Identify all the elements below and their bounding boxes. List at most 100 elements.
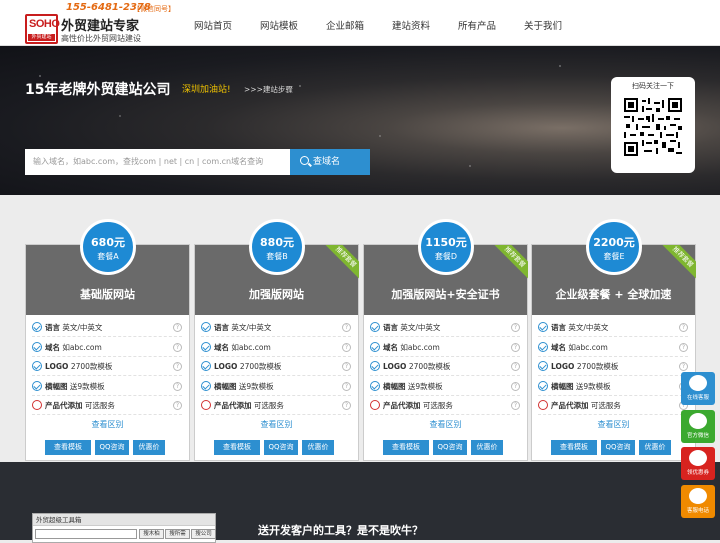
side-tool-button[interactable]: 在线客服 bbox=[681, 372, 715, 405]
toolbox-button-3[interactable]: 搜公司 bbox=[191, 529, 216, 539]
feature-value: 2700款模板 bbox=[70, 362, 113, 371]
feature-row: 语言 英文/中英文? bbox=[370, 319, 520, 337]
help-icon[interactable]: ? bbox=[679, 323, 688, 332]
view-difference-link[interactable]: 查看区别 bbox=[364, 419, 527, 430]
nav-home[interactable]: 网站首页 bbox=[180, 18, 246, 32]
help-icon[interactable]: ? bbox=[511, 362, 520, 371]
feature-row: 域名 如abc.com? bbox=[32, 339, 182, 357]
help-icon[interactable]: ? bbox=[173, 362, 182, 371]
view-difference-link[interactable]: 查看区别 bbox=[26, 419, 189, 430]
feature-value: 送9款模板 bbox=[407, 381, 443, 391]
discount-button[interactable]: 优惠价 bbox=[133, 440, 165, 455]
side-tool-button[interactable]: 领优惠券 bbox=[681, 447, 715, 480]
feature-key: 语言 bbox=[45, 323, 60, 332]
check-icon bbox=[370, 322, 380, 332]
toolbox-input[interactable] bbox=[35, 529, 137, 539]
help-icon[interactable]: ? bbox=[342, 381, 351, 391]
feature-row: 横幅图 送9款模板? bbox=[538, 378, 688, 396]
help-icon[interactable]: ? bbox=[342, 323, 351, 332]
help-icon[interactable]: ? bbox=[173, 381, 182, 391]
price-badge: 2200元 套餐E bbox=[586, 219, 642, 275]
feature-key: 语言 bbox=[551, 323, 566, 332]
view-difference-link[interactable]: 查看区别 bbox=[195, 419, 358, 430]
qq-consult-button[interactable]: QQ咨询 bbox=[601, 440, 635, 455]
toolbox-button-1[interactable]: 搜木柏 bbox=[139, 529, 164, 539]
qq-consult-button[interactable]: QQ咨询 bbox=[433, 440, 467, 455]
check-icon bbox=[538, 322, 548, 332]
discount-button[interactable]: 优惠价 bbox=[471, 440, 503, 455]
help-icon[interactable]: ? bbox=[173, 342, 182, 352]
view-difference-link[interactable]: 查看区别 bbox=[532, 419, 695, 430]
feature-key: 横幅图 bbox=[214, 381, 237, 391]
recommend-ribbon: 推荐套餐 bbox=[660, 245, 696, 281]
plan-card: 企业级套餐 + 全球加速 2200元 套餐E 推荐套餐 语言 英文/中英文? 域名 如ab… bbox=[531, 219, 696, 461]
domain-search-button[interactable]: 查域名 bbox=[290, 149, 370, 175]
nav-resources[interactable]: 建站资料 bbox=[378, 18, 444, 32]
feature-row: 域名 如abc.com? bbox=[370, 339, 520, 357]
build-steps-link[interactable]: >>>建站步骤 bbox=[244, 84, 293, 95]
feature-value: 可选服务 bbox=[84, 401, 115, 410]
feature-value: 送9款模板 bbox=[238, 381, 274, 391]
nav-email[interactable]: 企业邮箱 bbox=[312, 18, 378, 32]
feature-row: 产品代添加 可选服务? bbox=[201, 397, 351, 415]
plan-name: 加强版网站 bbox=[249, 288, 304, 301]
help-icon[interactable]: ? bbox=[511, 401, 520, 410]
help-icon[interactable]: ? bbox=[342, 342, 351, 352]
feature-key: 横幅图 bbox=[383, 381, 406, 391]
check-icon bbox=[538, 361, 548, 371]
feature-value: 送9款模板 bbox=[69, 381, 105, 391]
toolbox-panel: 外贸超级工具箱 搜木柏 搜所需 搜公司 bbox=[32, 513, 216, 543]
feature-key: 域名 bbox=[551, 342, 566, 352]
help-icon[interactable]: ? bbox=[511, 381, 520, 391]
ribbon-label: 推荐套餐 bbox=[323, 245, 359, 281]
feature-key: 横幅图 bbox=[551, 381, 574, 391]
site-logo[interactable]: SOHO 外贸建站 bbox=[25, 14, 60, 44]
help-icon[interactable]: ? bbox=[342, 401, 351, 410]
help-icon[interactable]: ? bbox=[173, 323, 182, 332]
nav-about[interactable]: 关于我们 bbox=[510, 18, 576, 32]
nav-templates[interactable]: 网站模板 bbox=[246, 18, 312, 32]
feature-row: 域名 如abc.com? bbox=[538, 339, 688, 357]
side-tool-button[interactable]: 客服电话 bbox=[681, 485, 715, 518]
check-icon bbox=[370, 341, 380, 352]
feature-row: 产品代添加 可选服务? bbox=[32, 397, 182, 415]
view-templates-button[interactable]: 查看模板 bbox=[45, 440, 91, 455]
feature-key: 语言 bbox=[214, 323, 229, 332]
check-icon bbox=[201, 380, 211, 391]
feature-key: LOGO bbox=[214, 362, 238, 371]
feature-row: LOGO 2700款模板? bbox=[32, 358, 182, 376]
plan-actions: 查看模板 QQ咨询 优惠价 bbox=[45, 440, 169, 455]
qq-consult-button[interactable]: QQ咨询 bbox=[264, 440, 298, 455]
feature-key: 产品代添加 bbox=[383, 401, 421, 410]
logo-subtext: 外贸建站 bbox=[28, 34, 55, 41]
help-icon[interactable]: ? bbox=[173, 401, 182, 410]
ribbon-label: 推荐套餐 bbox=[492, 245, 528, 281]
nav-products[interactable]: 所有产品 bbox=[444, 18, 510, 32]
feature-value: 如abc.com bbox=[568, 342, 608, 352]
feature-key: 产品代添加 bbox=[214, 401, 252, 410]
help-icon[interactable]: ? bbox=[511, 342, 520, 352]
help-icon[interactable]: ? bbox=[679, 342, 688, 352]
view-templates-button[interactable]: 查看模板 bbox=[551, 440, 597, 455]
view-templates-button[interactable]: 查看模板 bbox=[383, 440, 429, 455]
side-tool-label: 领优惠券 bbox=[686, 470, 709, 476]
qq-consult-button[interactable]: QQ咨询 bbox=[95, 440, 129, 455]
help-icon[interactable]: ? bbox=[342, 362, 351, 371]
view-templates-button[interactable]: 查看模板 bbox=[214, 440, 260, 455]
qq-icon bbox=[689, 375, 707, 391]
logo-text: SOHO bbox=[29, 18, 60, 30]
side-tool-button[interactable]: 官方微信 bbox=[681, 410, 715, 443]
discount-button[interactable]: 优惠价 bbox=[639, 440, 671, 455]
discount-button[interactable]: 优惠价 bbox=[302, 440, 334, 455]
toolbox-button-2[interactable]: 搜所需 bbox=[165, 529, 190, 539]
help-icon[interactable]: ? bbox=[679, 362, 688, 371]
plan-price: 680元 bbox=[91, 236, 125, 249]
domain-search-input[interactable]: 输入域名，如abc.com，查找com | net | cn | com.cn域… bbox=[25, 149, 290, 175]
check-icon bbox=[201, 361, 211, 371]
help-icon[interactable]: ? bbox=[511, 323, 520, 332]
brand-title: 外贸建站专家 bbox=[61, 19, 140, 34]
check-icon bbox=[32, 361, 42, 371]
feature-value: 可选服务 bbox=[590, 401, 621, 410]
plan-card: 基础版网站 680元 套餐A 语言 英文/中英文? 域名 如abc.com? LOGO 2… bbox=[25, 219, 190, 461]
check-icon bbox=[201, 341, 211, 352]
